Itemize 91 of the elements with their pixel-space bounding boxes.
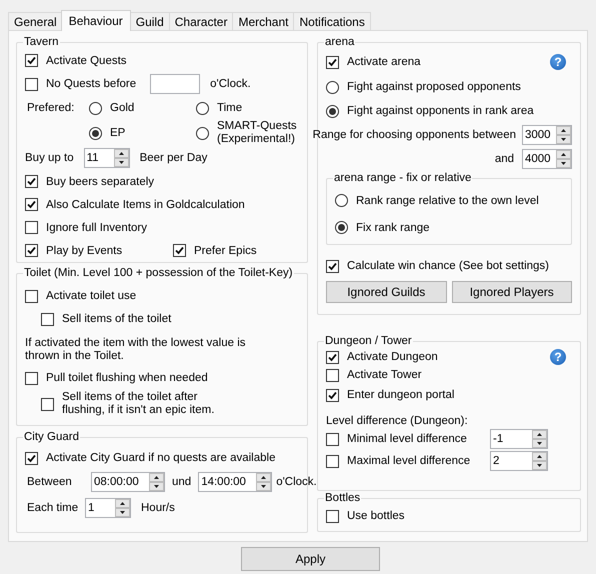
- checkbox-label: Calculate win chance (See bot settings): [347, 260, 549, 272]
- checkbox[interactable]: [25, 175, 38, 188]
- radio-label: Gold: [110, 102, 134, 114]
- checkbox[interactable]: [25, 372, 38, 384]
- radio-label: Fight against opponents in rank area: [347, 105, 534, 117]
- tab[interactable]: General: [8, 12, 63, 30]
- label: o'Clock.: [276, 476, 317, 488]
- checkbox[interactable]: [326, 432, 339, 446]
- input-field[interactable]: [150, 74, 200, 94]
- stepper-icon[interactable]: [532, 430, 547, 448]
- button[interactable]: Ignored Players: [452, 281, 572, 303]
- checkbox[interactable]: [173, 244, 186, 257]
- group-title: arena: [324, 35, 356, 49]
- label: Buy up to: [25, 152, 74, 164]
- checkbox-label: Activate Tower: [347, 369, 422, 381]
- label: Beer per Day: [140, 152, 208, 164]
- checkbox[interactable]: [326, 350, 339, 364]
- stepper-icon[interactable]: [115, 499, 130, 517]
- checkbox-label: No Quests before: [46, 78, 136, 90]
- checkbox-label: Minimal level difference: [347, 433, 468, 445]
- label: Level difference (Dungeon):: [326, 415, 468, 427]
- checkbox-label: Activate toilet use: [46, 290, 136, 302]
- label: Between: [26, 476, 73, 488]
- note-text: If activated the item with the lowest value is thrown in the Toilet.: [25, 337, 247, 363]
- label: o'Clock.: [210, 78, 251, 90]
- label: Prefered:: [27, 102, 76, 114]
- radio-label: Fix rank range: [356, 222, 430, 234]
- label: und: [172, 476, 192, 488]
- checkbox[interactable]: [25, 290, 38, 302]
- checkbox[interactable]: [41, 398, 54, 410]
- checkbox-label: Also Calculate Items in Goldcalculation: [46, 198, 245, 210]
- checkbox[interactable]: [25, 452, 38, 464]
- label: Each time: [26, 502, 80, 514]
- group-title: Bottles: [324, 491, 362, 505]
- radio-label: Fight against proposed opponents: [347, 81, 521, 93]
- checkbox-label: Pull toilet flushing when needed: [46, 372, 208, 384]
- radio-button[interactable]: [326, 104, 339, 118]
- radio-button[interactable]: [89, 126, 102, 140]
- checkbox[interactable]: [326, 510, 339, 522]
- checkbox-label: Prefer Epics: [194, 244, 257, 256]
- checkbox[interactable]: [41, 312, 54, 326]
- label: and: [494, 153, 514, 165]
- checkbox[interactable]: [25, 198, 38, 211]
- checkbox-label: Play by Events: [46, 244, 122, 256]
- checkbox-label: Use bottles: [347, 510, 405, 522]
- radio-label: Rank range relative to the own level: [356, 194, 539, 206]
- checkbox-label: Activate arena: [347, 56, 421, 68]
- stepper-icon[interactable]: [556, 150, 571, 168]
- radio-button[interactable]: [89, 102, 102, 114]
- radio-button[interactable]: [335, 221, 348, 234]
- stepper-icon[interactable]: [149, 473, 164, 491]
- checkbox-label: Activate City Guard if no quests are available: [46, 452, 276, 464]
- checkbox-label: Enter dungeon portal: [347, 389, 454, 401]
- checkbox-label: Sell items of the toilet after flushing, if it isn't an epic item.: [62, 391, 216, 417]
- group-title: Toilet (Min. Level 100 + possession of the Toilet-Key): [23, 266, 294, 280]
- checkbox[interactable]: [25, 78, 38, 90]
- tab[interactable]: Behaviour: [60, 10, 131, 31]
- label: Hour/s: [141, 502, 175, 514]
- radio-button[interactable]: [335, 194, 348, 207]
- stepper-icon[interactable]: [256, 473, 272, 491]
- checkbox-label: Maximal level difference: [347, 455, 472, 467]
- radio-label: EP: [110, 127, 126, 139]
- checkbox-label: Activate Quests: [46, 54, 127, 66]
- checkbox-label: Ignore full Inventory: [46, 222, 148, 234]
- group-title: arena range - fix or relative: [333, 171, 472, 185]
- tab[interactable]: Notifications: [293, 12, 371, 30]
- checkbox[interactable]: [326, 260, 339, 272]
- group-title: City Guard: [23, 430, 80, 444]
- button[interactable]: Ignored Guilds: [326, 281, 446, 303]
- checkbox[interactable]: [25, 221, 38, 234]
- checkbox[interactable]: [326, 388, 339, 402]
- radio-label: SMART-Quests (Experimental!): [217, 120, 298, 146]
- checkbox-label: Activate Dungeon: [347, 351, 438, 363]
- checkbox[interactable]: [326, 368, 339, 382]
- checkbox-label: Sell items of the toilet: [62, 313, 172, 325]
- group-title: Tavern: [23, 35, 60, 49]
- checkbox-label: Buy beers separately: [46, 176, 154, 188]
- apply-button[interactable]: Apply: [241, 547, 380, 571]
- stepper-icon[interactable]: [556, 126, 571, 144]
- label: Range for choosing opponents between: [312, 129, 516, 141]
- radio-button[interactable]: [196, 126, 209, 140]
- radio-button[interactable]: [326, 80, 339, 94]
- checkbox[interactable]: [25, 54, 38, 67]
- stepper-icon[interactable]: [532, 452, 547, 470]
- group-title: Dungeon / Tower: [324, 334, 413, 348]
- checkbox[interactable]: [25, 244, 38, 257]
- checkbox[interactable]: [326, 56, 339, 68]
- stepper-icon[interactable]: [114, 149, 129, 167]
- radio-button[interactable]: [196, 102, 209, 114]
- checkbox[interactable]: [326, 454, 339, 468]
- radio-label: Time: [217, 102, 242, 114]
